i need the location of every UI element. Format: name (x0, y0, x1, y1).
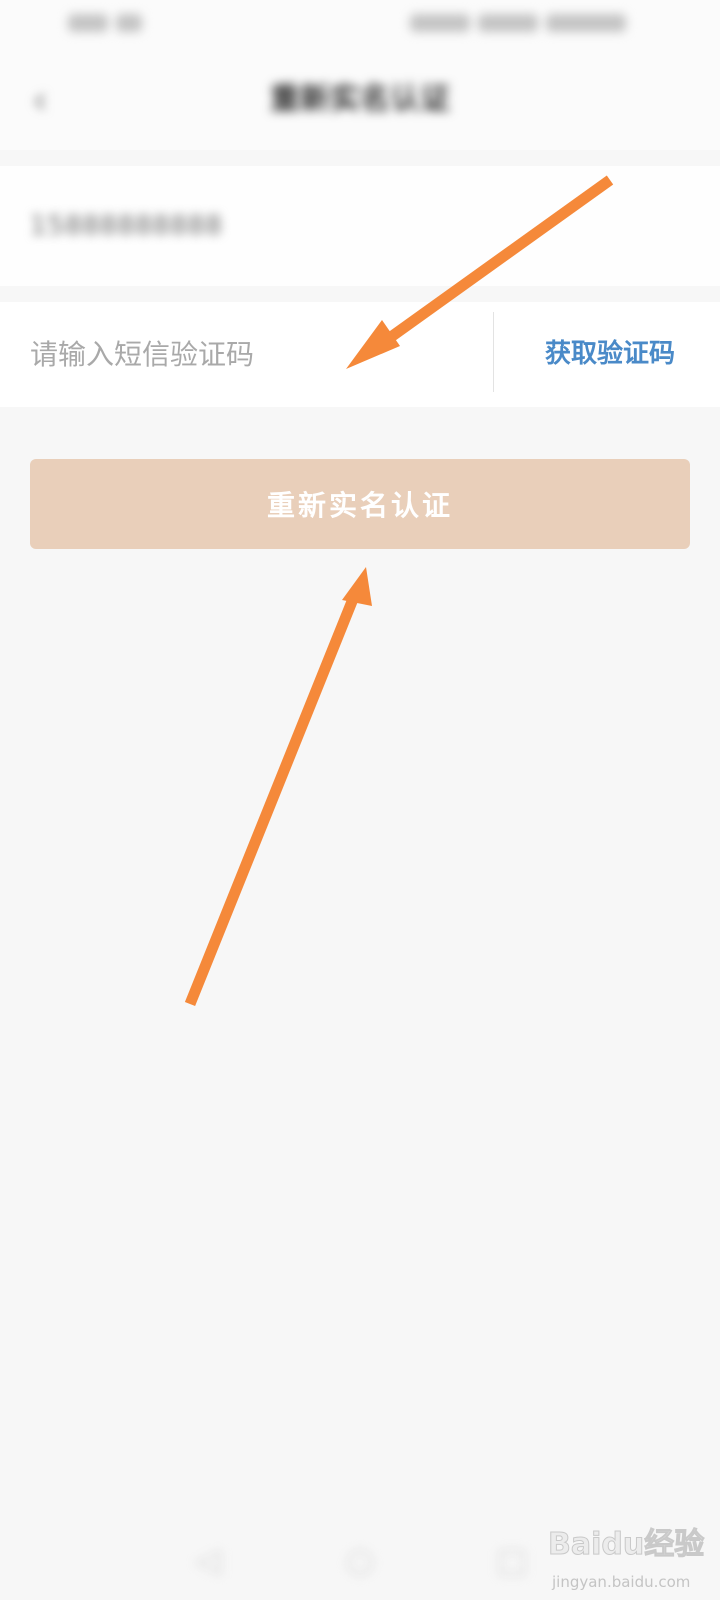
wifi-icon (116, 13, 142, 32)
battery-icon (478, 13, 538, 32)
chevron-left-icon: ‹ (32, 78, 48, 122)
signal-icon (68, 13, 108, 32)
status-bar-right (410, 12, 655, 36)
get-code-button[interactable]: 获取验证码 (520, 330, 700, 378)
back-triangle-icon[interactable]: ◁ (186, 1538, 230, 1582)
sms-code-input[interactable] (30, 326, 470, 382)
re-verify-button[interactable]: 重新实名认证 (30, 459, 690, 549)
phone-row: 15888888888 (0, 166, 720, 286)
back-button[interactable]: ‹ (20, 78, 60, 122)
phone-number-value: 15888888888 (30, 211, 223, 241)
vertical-divider (493, 312, 494, 392)
sms-code-row: 获取验证码 (0, 302, 720, 407)
app-header: ‹ 重新实名认证 (0, 50, 720, 150)
baidu-jingyan-watermark: Baidu经验 jingyan.baidu.com (548, 1522, 713, 1596)
watermark-logo: Baidu经验 (548, 1527, 705, 1563)
watermark-url: jingyan.baidu.com (552, 1573, 691, 1591)
home-circle-icon[interactable]: ○ (338, 1538, 382, 1582)
clock (546, 13, 626, 32)
recent-square-icon[interactable]: □ (490, 1538, 534, 1582)
notification-icons (410, 13, 470, 32)
page-title: 重新实名认证 (270, 82, 450, 117)
arrow-to-submit-button (184, 567, 372, 1007)
status-bar (0, 0, 720, 50)
status-bar-left (68, 12, 166, 36)
